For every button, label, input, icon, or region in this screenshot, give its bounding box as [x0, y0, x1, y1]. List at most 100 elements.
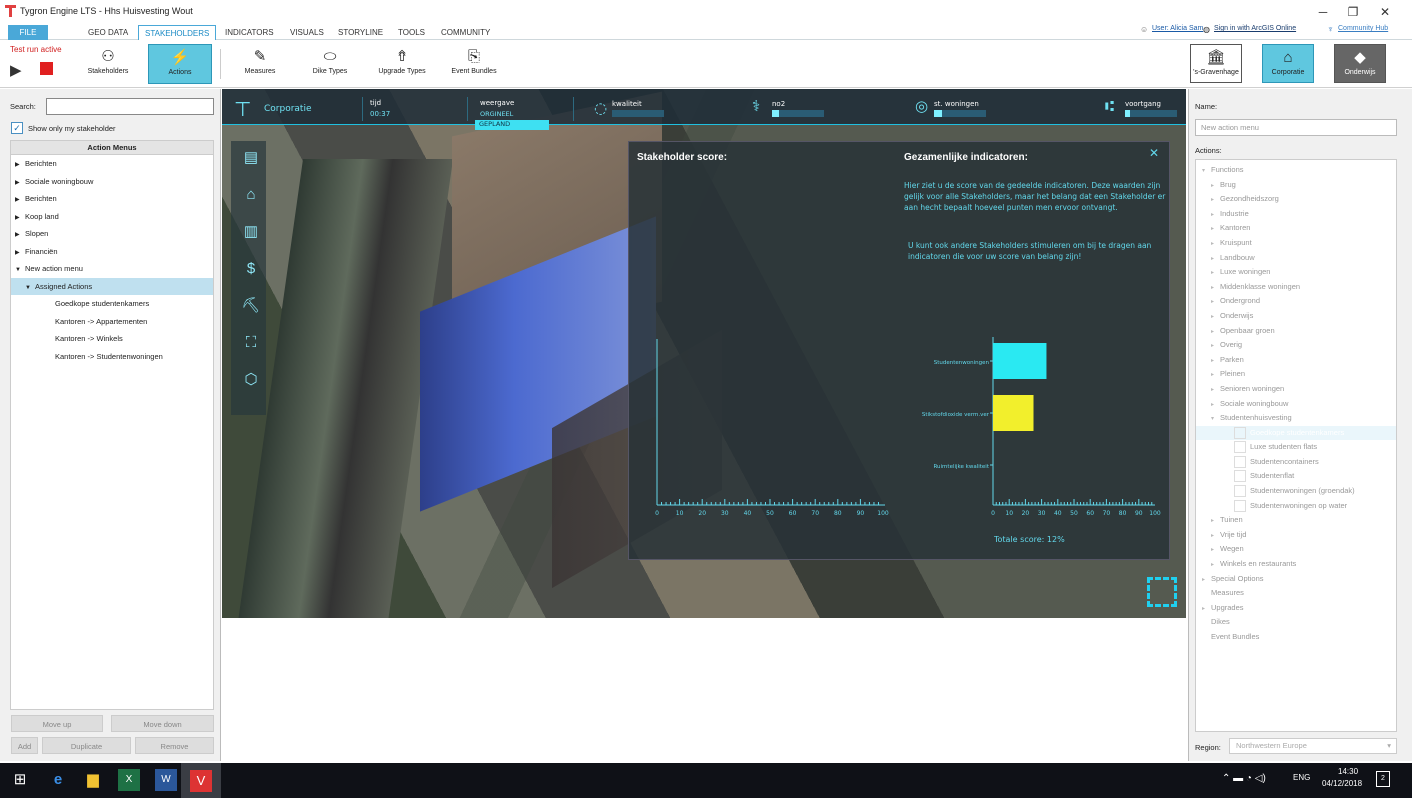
tree-item[interactable]: ▼ New action menu [11, 260, 213, 278]
language-indicator[interactable]: ENG [1293, 773, 1310, 782]
actions-tree-item[interactable]: ▸ Pleinen [1196, 367, 1396, 382]
show-only-checkbox[interactable]: ✓ [11, 122, 23, 134]
collapsed-arrow-icon[interactable]: ▸ [1211, 398, 1220, 413]
actions-tree-item[interactable]: ▸ Landbouw [1196, 251, 1396, 266]
file-menu[interactable]: FILE [8, 25, 48, 40]
collapsed-arrow-icon[interactable]: ▸ [1211, 281, 1220, 296]
collapsed-arrow-icon[interactable]: ▸ [1211, 514, 1220, 529]
actions-tree-item[interactable]: ▸ Middenklasse woningen [1196, 280, 1396, 295]
land-icon[interactable]: ⛶ [240, 332, 262, 354]
close-window-icon[interactable]: ✕ [1370, 3, 1400, 21]
windows-start-icon[interactable]: ⊞ [9, 769, 31, 791]
actions-tree-item[interactable]: ▸ Onderwijs [1196, 309, 1396, 324]
actions-tree-item[interactable]: ▸ Parken [1196, 353, 1396, 368]
actions-tree-item[interactable]: ▸ Openbaar groen [1196, 324, 1396, 339]
collapsed-arrow-icon[interactable]: ▸ [1211, 222, 1220, 237]
actions-tree-item[interactable]: Goedkope studentenkamers [1196, 425, 1396, 441]
fullscreen-icon[interactable] [1147, 577, 1177, 607]
tree-item[interactable]: ▶ Financiën [11, 243, 213, 261]
tygron-taskbar-button[interactable]: V [181, 763, 221, 798]
action-menus-tree[interactable]: Action Menus ▶ Berichten ▶ Sociale woningbo… [10, 140, 214, 710]
tab-indicators[interactable]: INDICATORS [219, 25, 280, 40]
actions-tree-item[interactable]: ▸ Senioren woningen [1196, 382, 1396, 397]
documents-icon[interactable]: ▥ [240, 221, 262, 243]
tree-item[interactable]: ▶ Berichten [11, 155, 213, 173]
collapsed-arrow-icon[interactable]: ▸ [1211, 325, 1220, 340]
collapsed-arrow-icon[interactable]: ▸ [1211, 543, 1220, 558]
actions-tree-item[interactable]: ▸ Wegen [1196, 542, 1396, 557]
collapsed-arrow-icon[interactable]: ▸ [1211, 558, 1220, 573]
tree-item[interactable]: ▶ Koop land [11, 208, 213, 226]
actions-tree-item[interactable]: ▸ Luxe woningen [1196, 265, 1396, 280]
expanded-arrow-icon[interactable]: ▼ [25, 280, 35, 298]
remove-button[interactable]: Remove [135, 737, 214, 754]
tree-item[interactable]: ▶ Berichten [11, 190, 213, 208]
actions-tree-item[interactable]: ▸ Kantoren [1196, 221, 1396, 236]
map-viewport[interactable]: ⊤ Corporatie tijd 00:37 weergave ORGINEE… [222, 89, 1186, 618]
close-overlay-icon[interactable]: ✕ [1149, 146, 1159, 160]
actions-tree-item[interactable]: Studentenwoningen op water [1196, 499, 1396, 514]
collapsed-arrow-icon[interactable]: ▸ [1211, 179, 1220, 194]
tree-item[interactable]: Kantoren -> Winkels [11, 330, 213, 348]
collapsed-arrow-icon[interactable]: ▸ [1202, 602, 1211, 617]
demolish-icon[interactable]: ⛏ [240, 295, 262, 317]
collapsed-arrow-icon[interactable]: ▸ [1211, 383, 1220, 398]
stakeholder-gravenhage[interactable]: 🏛's-Gravenhage [1190, 44, 1242, 83]
tree-item[interactable]: ▶ Slopen [11, 225, 213, 243]
collapsed-arrow-icon[interactable]: ▸ [1202, 573, 1211, 588]
actions-tree[interactable]: ▾ Functions ▸ Brug ▸ Gezondheidszorg ▸ Industri… [1195, 159, 1397, 732]
collapsed-arrow-icon[interactable]: ▶ [15, 192, 25, 210]
tree-item[interactable]: Goedkope studentenkamers [11, 295, 213, 313]
collapsed-arrow-icon[interactable]: ▸ [1211, 368, 1220, 383]
collapsed-arrow-icon[interactable]: ▶ [15, 227, 25, 245]
actions-tree-item[interactable]: ▸ Kruispunt [1196, 236, 1396, 251]
tray-icons[interactable]: ⌃ ▬ ◔ ◁) [1222, 773, 1266, 784]
weergave-gepland[interactable]: GEPLAND [475, 120, 549, 130]
actions-tree-item[interactable]: ▾ Studentenhuisvesting [1196, 411, 1396, 426]
stakeholders-button[interactable]: ⚇ Stakeholders [80, 44, 136, 84]
play-icon[interactable]: ▶ [10, 61, 22, 79]
collapsed-arrow-icon[interactable]: ▸ [1211, 354, 1220, 369]
actions-tree-item[interactable]: Studentencontainers [1196, 455, 1396, 470]
new-menu-icon[interactable]: ⬡ [240, 369, 262, 391]
tab-visuals[interactable]: VISUALS [284, 25, 330, 40]
arcgis-link[interactable]: Sign in with ArcGIS Online [1214, 25, 1296, 32]
tree-item[interactable]: ▼ Assigned Actions [11, 277, 213, 298]
stakeholder-corporatie[interactable]: ⌂ Corporatie [1262, 44, 1314, 83]
file-explorer-icon[interactable]: ▆ [82, 769, 104, 791]
search-input[interactable] [46, 98, 214, 115]
collapsed-arrow-icon[interactable]: ▶ [15, 157, 25, 175]
collapsed-arrow-icon[interactable]: ▸ [1211, 310, 1220, 325]
expanded-arrow-icon[interactable]: ▾ [1202, 164, 1211, 179]
expanded-arrow-icon[interactable]: ▼ [15, 262, 25, 280]
actions-button[interactable]: ⚡ Actions [148, 44, 212, 84]
actions-tree-item[interactable]: ▸ Industrie [1196, 207, 1396, 222]
notifications-icon[interactable]: 2 [1376, 771, 1390, 787]
tab-tools[interactable]: TOOLS [392, 25, 431, 40]
tab-storyline[interactable]: STORYLINE [332, 25, 389, 40]
dike-types-button[interactable]: ⬭ Dike Types [301, 44, 359, 84]
collapsed-arrow-icon[interactable]: ▸ [1211, 237, 1220, 252]
collapsed-arrow-icon[interactable]: ▸ [1211, 193, 1220, 208]
actions-tree-item[interactable]: Dikes [1196, 615, 1396, 630]
actions-tree-item[interactable]: ▾ Functions [1196, 163, 1396, 178]
tree-item[interactable]: Kantoren -> Appartementen [11, 313, 213, 331]
name-input[interactable]: New action menu [1195, 119, 1397, 136]
excel-icon[interactable]: X [118, 769, 140, 791]
actions-tree-item[interactable]: Luxe studenten flats [1196, 440, 1396, 455]
actions-tree-item[interactable]: ▸ Gezondheidszorg [1196, 192, 1396, 207]
collapsed-arrow-icon[interactable]: ▸ [1211, 252, 1220, 267]
actions-tree-item[interactable]: ▸ Sociale woningbouw [1196, 397, 1396, 412]
actions-tree-item[interactable]: ▸ Winkels en restaurants [1196, 557, 1396, 572]
actions-tree-item[interactable]: ▸ Brug [1196, 178, 1396, 193]
house-tool-icon[interactable]: ⌂ [240, 184, 262, 206]
actions-tree-item[interactable]: Event Bundles [1196, 630, 1396, 645]
region-select[interactable]: Northwestern Europe ▾ [1229, 738, 1397, 754]
move-down-button[interactable]: Move down [111, 715, 214, 732]
word-icon[interactable]: W [155, 769, 177, 791]
upgrade-types-button[interactable]: ⇮ Upgrade Types [370, 44, 434, 84]
finance-icon[interactable]: $ [240, 258, 262, 280]
edge-icon[interactable]: e [47, 769, 69, 791]
collapsed-arrow-icon[interactable]: ▸ [1211, 266, 1220, 281]
minimize-icon[interactable]: ─ [1308, 3, 1338, 21]
